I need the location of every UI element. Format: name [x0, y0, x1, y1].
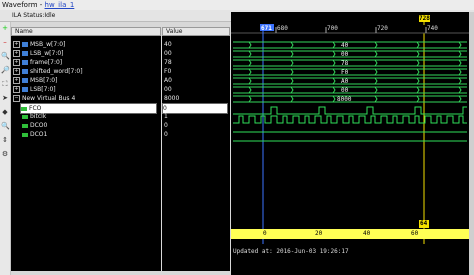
signal-row[interactable]: bitclk	[22, 112, 46, 121]
signal-icon	[22, 114, 28, 119]
waveform-view[interactable]: 671 728 680 700 720 740 40 00 78 F0 A0 0…	[231, 12, 469, 275]
bus-value-label: 78	[341, 60, 349, 67]
signal-row[interactable]: + MSB[7:0]	[13, 76, 57, 85]
ruler-top-tick: 700	[327, 25, 338, 32]
fco-wave	[233, 106, 467, 115]
signal-icon	[21, 106, 27, 111]
signal-row[interactable]: + MSB_w[7:0]	[13, 40, 65, 49]
bus-wave-lsb	[233, 86, 467, 94]
expand-icon[interactable]: +	[13, 77, 20, 84]
bus-icon	[22, 51, 28, 56]
sample-ruler: 0 20 40 60	[231, 229, 469, 239]
window-title: Waveform - hw_ila_1	[2, 1, 75, 9]
marker-icon[interactable]: ◆	[1, 108, 9, 116]
signal-value: A0	[164, 77, 172, 84]
cursor-label: 671	[261, 25, 272, 32]
bus-value-label: 00	[341, 87, 349, 94]
signal-icon	[22, 123, 28, 128]
signal-row[interactable]: + LSB_w[7:0]	[13, 49, 64, 58]
signal-row[interactable]: DCO0	[22, 121, 47, 130]
updated-panel: Updated at: 2016-Jun-03 19:26:17	[231, 244, 469, 275]
signal-row[interactable]: + frame[7:0]	[13, 58, 62, 67]
collapse-icon[interactable]: −	[13, 95, 20, 102]
signal-value: 1	[164, 113, 168, 120]
zoom-out-icon[interactable]: 🔎	[1, 66, 10, 74]
signal-row[interactable]: DCO1	[22, 130, 47, 139]
ruler-bottom-tick: 20	[315, 230, 323, 237]
bus-wave-msb	[233, 77, 467, 85]
name-column-header[interactable]: Name	[11, 27, 161, 36]
zoom-fit-icon[interactable]: ⛶	[1, 80, 9, 88]
bus-value-label: 40	[341, 42, 349, 49]
updated-text: Updated at: 2016-Jun-03 19:26:17	[233, 248, 349, 255]
signal-value-pane: Value 40 00 78 F0 A0 00 8000 0 1 0 0	[162, 27, 230, 271]
bus-value-label: 8000	[337, 96, 352, 103]
bus-value-label: F0	[341, 69, 349, 76]
signal-value: 0	[164, 131, 168, 138]
bus-wave-msb-w	[233, 41, 467, 49]
bus-wave-frame	[233, 59, 467, 67]
bus-wave-lsb-w	[233, 50, 467, 58]
signal-name-pane: Name + MSB_w[7:0] + LSB_w[7:0] + frame[7:0]…	[11, 27, 161, 271]
bus-value-label: 00	[341, 51, 349, 58]
bus-icon	[22, 42, 28, 47]
bus-icon	[22, 78, 28, 83]
signal-value: 8000	[164, 95, 180, 102]
bus-waveforms	[233, 41, 467, 103]
signal-icon	[22, 132, 28, 137]
ruler-bottom-tick: 60	[411, 230, 419, 237]
ila-link[interactable]: hw_ila_1	[45, 1, 75, 9]
ruler-top-tick: 740	[427, 25, 438, 32]
signal-value: 40	[164, 41, 172, 48]
expand-icon[interactable]: +	[13, 86, 20, 93]
signal-value: 00	[164, 86, 172, 93]
signal-value: 0	[164, 122, 168, 129]
signal-row[interactable]: + LSB[7:0]	[13, 85, 56, 94]
signal-value: 78	[164, 59, 172, 66]
vertical-scrollbar[interactable]	[469, 12, 474, 275]
expand-icon[interactable]: +	[13, 50, 20, 57]
value-column-header[interactable]: Value	[162, 27, 230, 36]
cursor-icon[interactable]: ➤	[1, 94, 9, 102]
waveform-toolbar: + – 🔍 🔎 ⛶ ➤ ◆ 🔍 ⇕ ⚙	[0, 22, 11, 275]
signal-value-selected: 0	[162, 103, 228, 114]
bitclk-wave	[233, 115, 467, 124]
settings-icon[interactable]: ⚙	[1, 150, 9, 158]
marker-label: 728	[419, 15, 430, 22]
add-icon[interactable]: +	[1, 24, 9, 32]
signal-value: F0	[164, 68, 172, 75]
virtual-bus-row[interactable]: − New Virtual Bus 4	[13, 94, 75, 103]
ruler-bottom-tick: 0	[263, 230, 267, 237]
expand-icon[interactable]: +	[13, 59, 20, 66]
expand-icon[interactable]: +	[13, 68, 20, 75]
bus-wave-shifted-word	[233, 68, 467, 76]
ruler-bottom-tick: 40	[363, 230, 371, 237]
bus-value-label: A0	[341, 78, 349, 85]
ila-status-text: ILA Status:Idle	[12, 12, 56, 19]
zoom-in-icon[interactable]: 🔍	[1, 52, 10, 60]
find-icon[interactable]: 🔍	[1, 122, 10, 130]
bus-icon	[22, 69, 28, 74]
scroll-icon[interactable]: ⇕	[1, 136, 9, 144]
signal-row[interactable]: + shifted_word[7:0]	[13, 67, 83, 76]
bus-icon	[22, 87, 28, 92]
remove-icon[interactable]: –	[1, 38, 9, 46]
bottom-badge: 64	[420, 220, 428, 227]
expand-icon[interactable]: +	[13, 41, 20, 48]
ruler-top-tick: 680	[277, 25, 288, 32]
bus-icon	[22, 60, 28, 65]
signal-value: 00	[164, 50, 172, 57]
ruler-top-tick: 720	[377, 25, 388, 32]
